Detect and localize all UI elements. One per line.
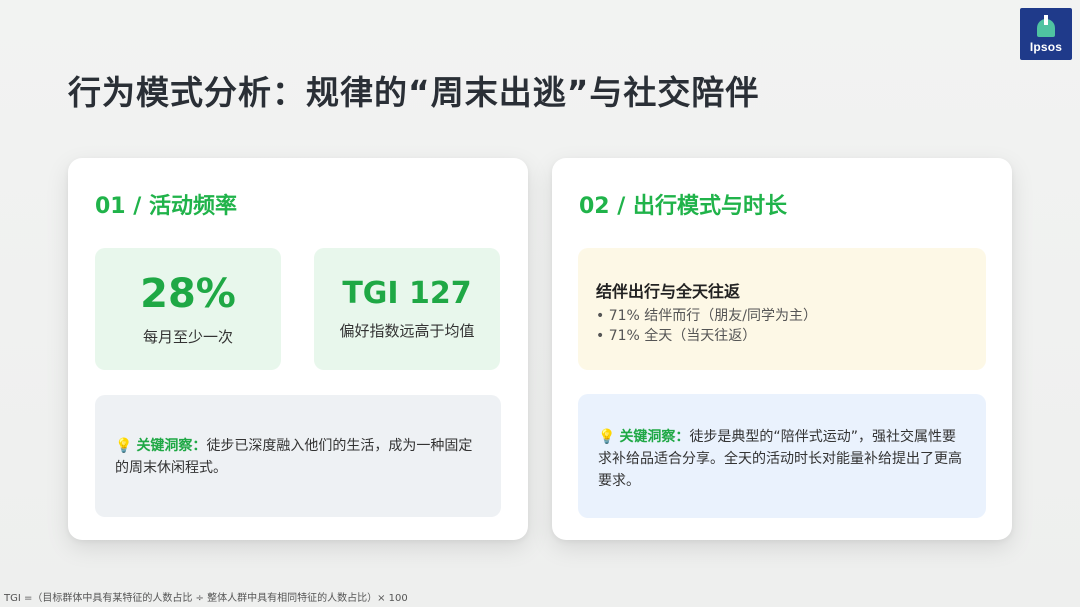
stat-value: TGI 127 — [342, 276, 472, 311]
lightbulb-icon: 💡 — [598, 429, 616, 445]
insight-key: 关键洞察： — [136, 438, 207, 454]
insight-box: 💡 关键洞察：徒步是典型的“陪伴式运动”，强社交属性要求补给品适合分享。全天的活动… — [578, 394, 986, 518]
lightbulb-icon: 💡 — [115, 438, 133, 454]
mode-item: • 71% 结伴而行（朋友/同学为主） — [596, 308, 817, 324]
stat-value: 28% — [140, 270, 236, 317]
stat-monthly: 28% 每月至少一次 — [95, 248, 281, 370]
travel-mode-card: 02 / 出行模式与时长 结伴出行与全天往返 • 71% 结伴而行（朋友/同学为… — [552, 158, 1012, 540]
logo-text: Ipsos — [1029, 40, 1063, 54]
tgi-footnote: TGI =（目标群体中具有某特征的人数占比 ÷ 整体人群中具有相同特征的人数占比… — [4, 593, 408, 604]
stat-tgi: TGI 127 偏好指数远高于均值 — [314, 248, 500, 370]
mode-title: 结伴出行与全天往返 — [596, 282, 741, 301]
page-title: 行为模式分析：规律的“周末出逃”与社交陪伴 — [68, 73, 760, 112]
card-heading: 01 / 活动频率 — [95, 194, 237, 219]
ipsos-logo: Ipsos — [1020, 8, 1072, 60]
insight-key: 关键洞察： — [619, 429, 690, 445]
insight-box: 💡 关键洞察：徒步已深度融入他们的生活，成为一种固定的周末休闲程式。 — [95, 395, 501, 517]
mode-item: • 71% 全天（当天往返） — [596, 328, 757, 344]
mode-box: 结伴出行与全天往返 • 71% 结伴而行（朋友/同学为主） • 71% 全天（当… — [578, 248, 986, 370]
stat-label: 偏好指数远高于均值 — [339, 322, 475, 340]
card-heading: 02 / 出行模式与时长 — [579, 194, 787, 219]
stat-label: 每月至少一次 — [142, 327, 233, 346]
ipsos-mark-icon — [1037, 15, 1055, 37]
activity-frequency-card: 01 / 活动频率 28% 每月至少一次 TGI 127 偏好指数远高于均值 💡… — [68, 158, 528, 540]
